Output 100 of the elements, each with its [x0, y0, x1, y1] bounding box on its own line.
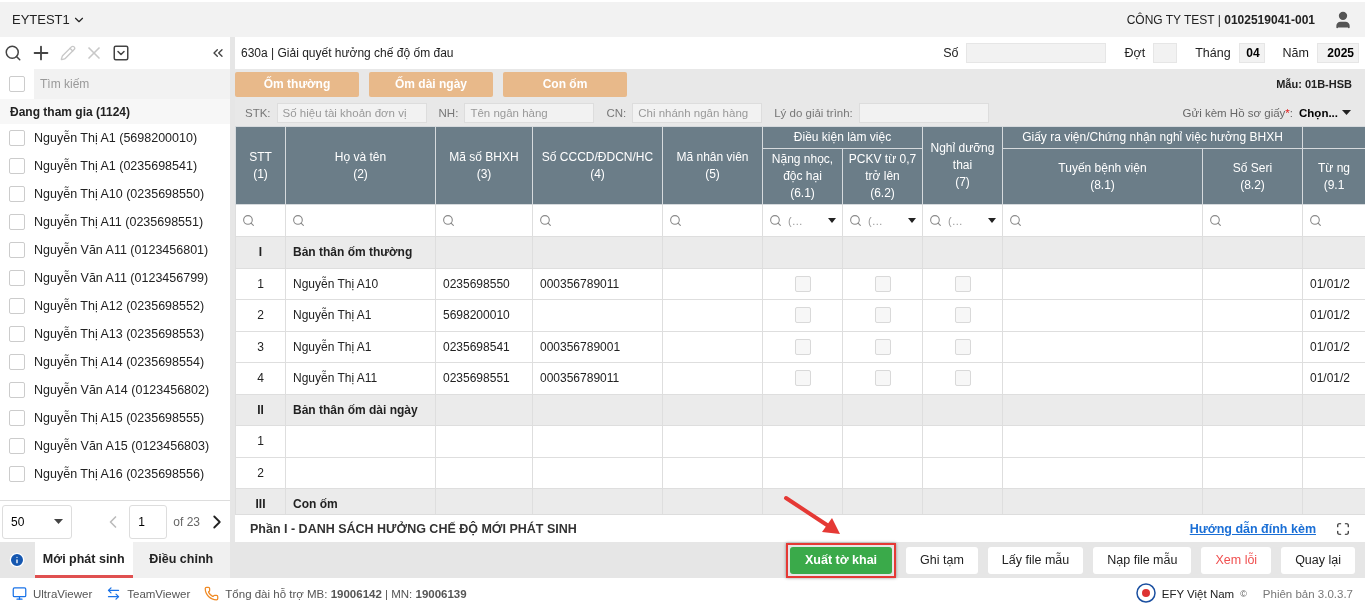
- checkbox[interactable]: [9, 382, 25, 398]
- checkbox[interactable]: [874, 307, 891, 324]
- input-field[interactable]: 2025: [1317, 43, 1359, 63]
- action-button[interactable]: Nạp file mẫu: [1093, 546, 1192, 574]
- field-label: STK:: [245, 106, 271, 119]
- checkbox[interactable]: [794, 307, 811, 324]
- table-cell: 000356789011: [532, 268, 663, 300]
- field-label: NH:: [438, 106, 459, 119]
- employee-item[interactable]: Nguyễn Thị A12 (0235698552): [34, 299, 205, 313]
- info-icon[interactable]: [9, 552, 26, 568]
- section-title: Bản thân ốm dài ngày: [285, 394, 436, 426]
- user-icon[interactable]: [1333, 9, 1353, 30]
- search-field[interactable]: Tìm kiếm: [34, 69, 230, 99]
- checkbox[interactable]: [794, 275, 811, 292]
- employee-item[interactable]: Nguyễn Thị A1 (5698200010): [34, 131, 198, 145]
- input-field[interactable]: [1153, 43, 1178, 63]
- table-cell: 2: [235, 299, 286, 331]
- page-field[interactable]: 1: [129, 504, 168, 539]
- input-field[interactable]: [966, 43, 1107, 63]
- column-header[interactable]: Họ và tên (2): [285, 126, 436, 205]
- column-header[interactable]: Số Seri (8.2): [1202, 148, 1303, 205]
- action-button[interactable]: Quay lại: [1281, 546, 1355, 574]
- checkbox[interactable]: [9, 354, 25, 370]
- employee-item[interactable]: Nguyễn Thị A16 (0235698556): [34, 467, 205, 481]
- support-text: TeamViewer: [127, 587, 191, 600]
- input-field[interactable]: Số hiệu tài khoản đơn vị: [276, 102, 427, 123]
- checkbox[interactable]: [9, 438, 25, 454]
- input-field[interactable]: Chi nhánh ngân hàng: [632, 102, 763, 123]
- column-header[interactable]: Từ ng (9.1: [1302, 148, 1365, 205]
- checkbox[interactable]: [9, 130, 25, 146]
- column-header[interactable]: Mã nhân viên (5): [662, 126, 763, 205]
- caret-icon: [988, 218, 996, 223]
- employee-item[interactable]: Nguyễn Thị A15 (0235698555): [34, 411, 205, 425]
- checkbox[interactable]: [874, 370, 891, 387]
- guide-link[interactable]: Hướng dẫn đính kèm: [1189, 521, 1316, 536]
- action-button[interactable]: Xem lỗi: [1201, 546, 1272, 574]
- logo-icon: [1135, 582, 1156, 603]
- employee-item[interactable]: Nguyễn Văn A11 (0123456801): [34, 243, 209, 257]
- table-cell: 3: [235, 331, 286, 363]
- table-cell: 4: [235, 362, 286, 394]
- checkbox[interactable]: [9, 158, 25, 174]
- search-icon: [929, 214, 942, 227]
- employee-item[interactable]: Nguyễn Văn A11 (0123456799): [34, 271, 209, 285]
- checkbox[interactable]: [794, 338, 811, 355]
- search-icon[interactable]: [4, 44, 22, 62]
- column-header[interactable]: Số CCCD/ĐDCN/HC (4): [532, 126, 663, 205]
- section-title: Bản thân ốm thường: [285, 236, 436, 268]
- action-button[interactable]: Ghi tạm: [906, 546, 978, 574]
- column-header[interactable]: Nghỉ dưỡng thai (7): [922, 126, 1003, 205]
- monitor-icon: [12, 586, 27, 601]
- checkbox[interactable]: [874, 338, 891, 355]
- table-cell: 1: [235, 425, 286, 457]
- column-header[interactable]: Nặng nhọc, độc hại (6.1): [762, 148, 843, 205]
- input-field[interactable]: 04: [1238, 43, 1265, 63]
- checkbox[interactable]: [874, 275, 891, 292]
- checkbox[interactable]: [794, 370, 811, 387]
- employee-item[interactable]: Nguyễn Văn A15 (0123456803): [34, 439, 210, 453]
- table-cell: Nguyễn Thị A1: [285, 299, 436, 331]
- checkbox[interactable]: [9, 298, 25, 314]
- checkbox[interactable]: [954, 338, 971, 355]
- action-button[interactable]: Lấy file mẫu: [987, 546, 1084, 574]
- support-text: Tổng đài hỗ trợ MB: 19006142 | MN: 19006139: [225, 587, 467, 600]
- checkbox[interactable]: [9, 270, 25, 286]
- checkbox[interactable]: [9, 466, 25, 482]
- input-field[interactable]: Tên ngân hàng: [464, 102, 595, 123]
- checkbox[interactable]: [9, 214, 25, 230]
- workspace-selector[interactable]: EYTEST1: [12, 12, 86, 27]
- column-header[interactable]: STT (1): [235, 126, 286, 205]
- checkbox[interactable]: [9, 326, 25, 342]
- checkbox[interactable]: [9, 242, 25, 258]
- employee-item[interactable]: Nguyễn Thị A10 (0235698550): [34, 187, 205, 201]
- column-header[interactable]: Tuyến bệnh viện (8.1): [1002, 148, 1203, 205]
- table-cell: 0235698541: [435, 331, 533, 363]
- employee-item[interactable]: Nguyễn Thị A13 (0235698553): [34, 327, 205, 341]
- column-header[interactable]: Mã số BHXH (3): [435, 126, 533, 205]
- column-header[interactable]: PCKV từ 0,7 trở lên (6.2): [842, 148, 923, 205]
- column-group-header: Giấy ra viện/Chứng nhận nghỉ việc hưởng BHXH: [1002, 126, 1303, 149]
- employee-item[interactable]: Nguyễn Thị A11 (0235698551): [34, 215, 204, 229]
- table-cell: Nguyễn Thị A11: [285, 362, 436, 394]
- fullscreen-icon[interactable]: [1336, 521, 1350, 536]
- employee-item[interactable]: Nguyễn Thị A1 (0235698541): [34, 159, 198, 173]
- page-size-select[interactable]: 50: [2, 504, 72, 539]
- version-text: Phiên bản 3.0.3.7: [1262, 587, 1353, 600]
- field-label: Gửi kèm Hồ sơ giấy*:: [1182, 106, 1294, 119]
- chevron-square-icon[interactable]: [112, 44, 130, 62]
- table-cell: 5698200010: [435, 299, 533, 331]
- tab[interactable]: Mới phát sinh: [35, 542, 133, 578]
- checkbox[interactable]: [954, 307, 971, 324]
- section-title: Con ốm: [285, 488, 436, 514]
- employee-item[interactable]: Nguyễn Văn A14 (0123456802): [34, 383, 210, 397]
- checkbox[interactable]: [9, 410, 25, 426]
- tab[interactable]: Điều chỉnh: [132, 542, 230, 578]
- table-cell: Nguyễn Thị A1: [285, 331, 436, 363]
- checkbox[interactable]: [954, 275, 971, 292]
- table-cell: I: [235, 236, 286, 268]
- checkbox[interactable]: [9, 186, 25, 202]
- employee-item[interactable]: Nguyễn Thị A14 (0235698554): [34, 355, 205, 369]
- checkbox[interactable]: [9, 76, 25, 92]
- paper-docs-select[interactable]: Chọn...: [1299, 106, 1351, 119]
- checkbox[interactable]: [954, 370, 971, 387]
